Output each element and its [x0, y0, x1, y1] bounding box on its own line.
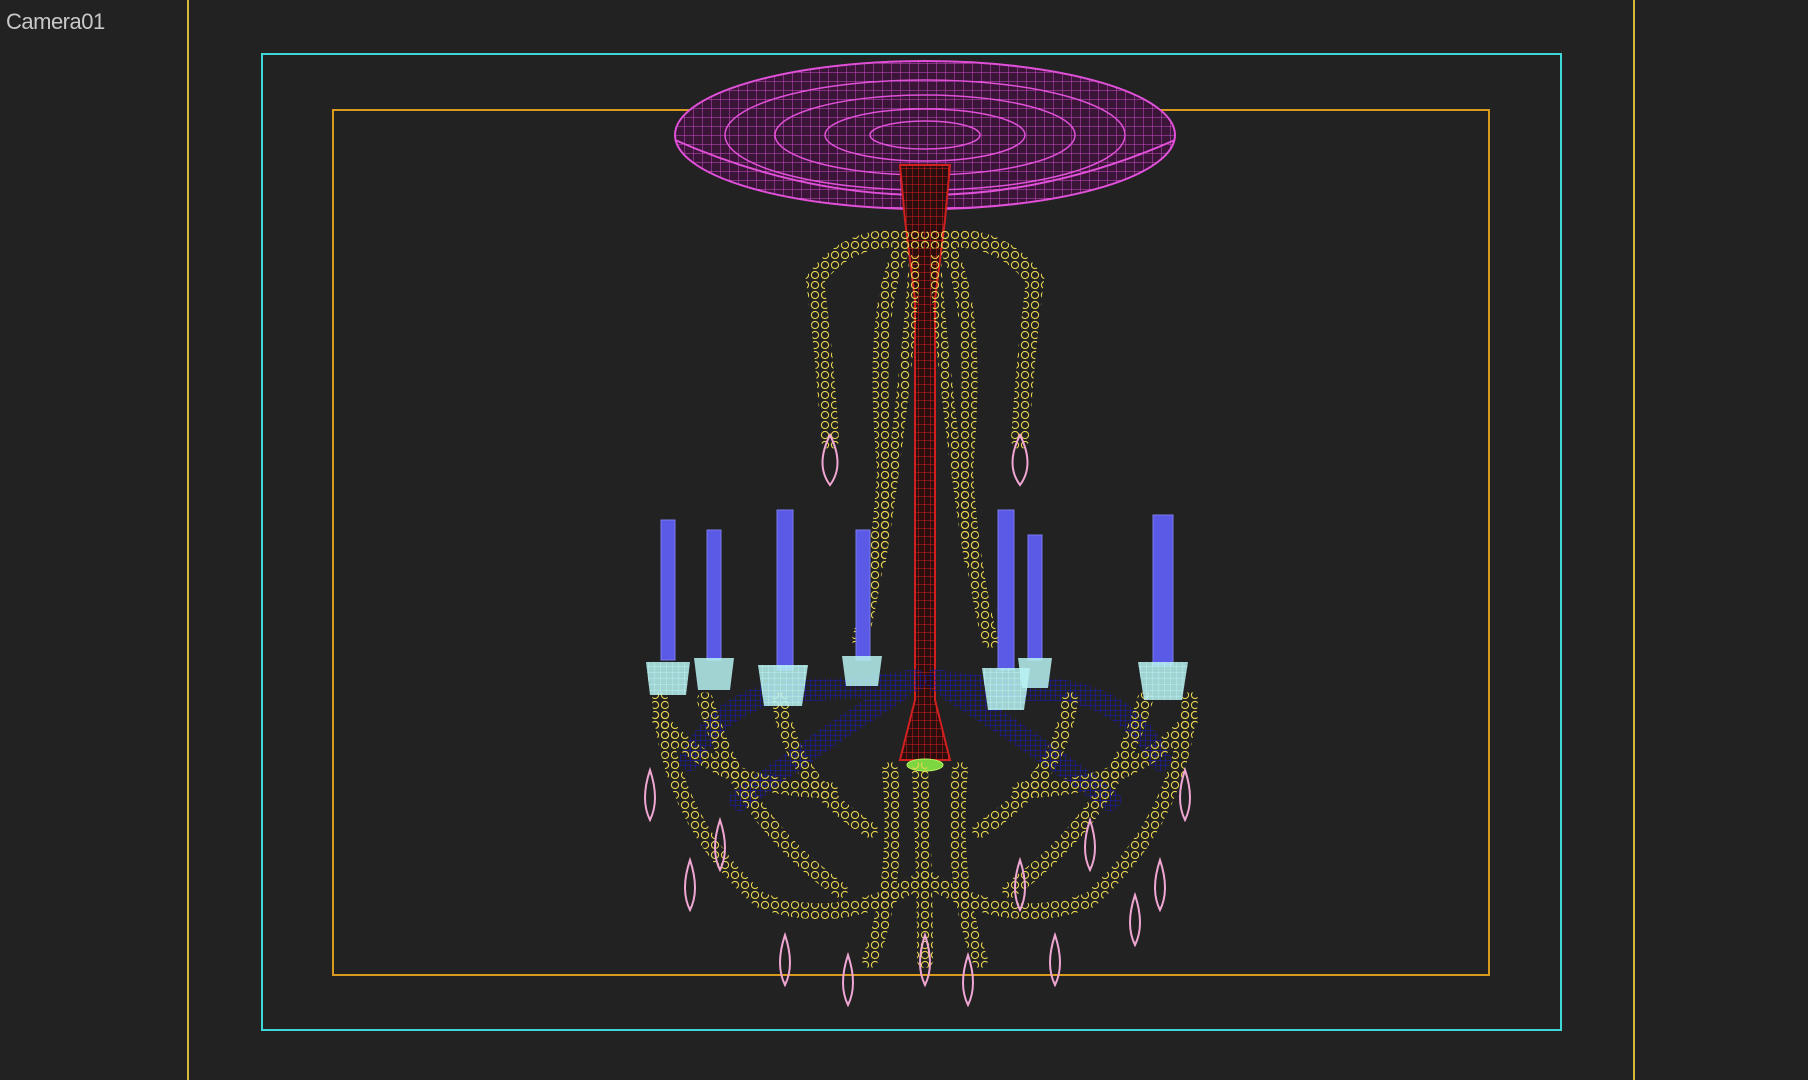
candle: [855, 529, 871, 661]
candle: [660, 519, 676, 661]
viewport-scene[interactable]: [0, 0, 1808, 1080]
candle: [776, 509, 794, 671]
candle: [997, 509, 1015, 671]
candle: [1027, 534, 1043, 661]
candle: [1152, 514, 1174, 666]
candle: [706, 529, 722, 661]
camera-viewport[interactable]: Camera01: [0, 0, 1808, 1080]
chandelier-wireframe[interactable]: [644, 60, 1198, 1008]
